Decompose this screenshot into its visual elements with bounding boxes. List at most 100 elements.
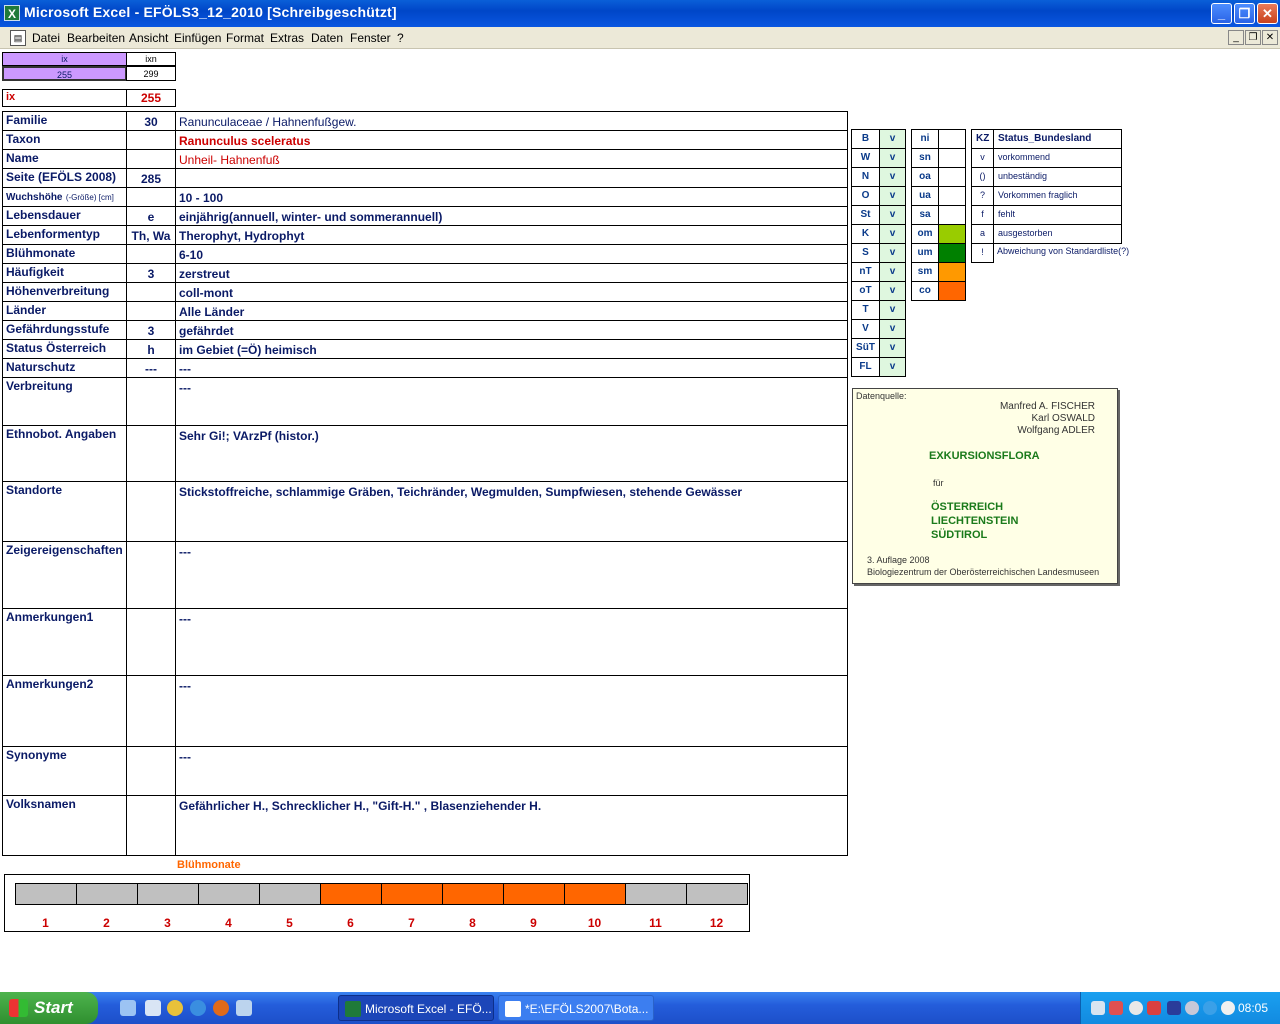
minimize-button[interactable]: _ <box>1211 3 1232 24</box>
row-code-3[interactable]: 285 <box>126 168 176 188</box>
row-value-13[interactable]: --- <box>175 358 848 378</box>
bundesland-status-12[interactable]: v <box>879 357 906 377</box>
outlook-icon[interactable] <box>236 1000 252 1016</box>
workbook-icon[interactable]: ▤ <box>10 30 26 46</box>
row-value-1[interactable]: Ranunculus sceleratus <box>175 130 848 150</box>
media-player-icon[interactable] <box>167 1000 183 1016</box>
menu-0[interactable]: Datei <box>32 31 60 45</box>
menu-6[interactable]: Daten <box>311 31 343 45</box>
avira-icon[interactable] <box>1221 1001 1235 1015</box>
row-value-19[interactable]: --- <box>175 675 848 747</box>
row-value-6[interactable]: Therophyt, Hydrophyt <box>175 225 848 245</box>
row-code-18[interactable] <box>126 608 176 676</box>
row-code-14[interactable] <box>126 377 176 426</box>
row-code-11[interactable]: 3 <box>126 320 176 340</box>
row-code-21[interactable] <box>126 795 176 856</box>
row-value-10[interactable]: Alle Länder <box>175 301 848 321</box>
info-icon[interactable] <box>1203 1001 1217 1015</box>
desktop-icon[interactable] <box>120 1000 136 1016</box>
row-code-13[interactable]: --- <box>126 358 176 378</box>
row-value-16[interactable]: Stickstoffreiche, schlammige Gräben, Tei… <box>175 481 848 542</box>
row-value-12[interactable]: im Gebiet (=Ö) heimisch <box>175 339 848 359</box>
row-code-8[interactable]: 3 <box>126 263 176 283</box>
doc-minimize-button[interactable]: _ <box>1228 30 1244 45</box>
row-code-20[interactable] <box>126 746 176 796</box>
row-code-7[interactable] <box>126 244 176 264</box>
row-value-8[interactable]: zerstreut <box>175 263 848 283</box>
row-value-20[interactable]: --- <box>175 746 848 796</box>
doc-restore-button[interactable]: ❐ <box>1245 30 1261 45</box>
shield-icon[interactable] <box>1167 1001 1181 1015</box>
row-code-9[interactable] <box>126 282 176 302</box>
ix-value[interactable]: 255 <box>126 89 176 107</box>
bundesland-status-6[interactable]: v <box>879 243 906 263</box>
row-code-16[interactable] <box>126 481 176 542</box>
row-value-14[interactable]: --- <box>175 377 848 426</box>
altitude-swatch-0[interactable] <box>938 129 966 149</box>
row-value-9[interactable]: coll-mont <box>175 282 848 302</box>
row-value-3[interactable] <box>175 168 848 188</box>
index-value-cell[interactable]: 255 <box>2 66 127 81</box>
internet-explorer-icon[interactable] <box>190 1000 206 1016</box>
antivirus-icon[interactable] <box>1109 1001 1123 1015</box>
menu-2[interactable]: Ansicht <box>129 31 168 45</box>
firefox-icon[interactable] <box>213 1000 229 1016</box>
excel-app-icon[interactable]: X <box>4 5 20 21</box>
bundesland-status-0[interactable]: v <box>879 129 906 149</box>
row-code-6[interactable]: Th, Wa <box>126 225 176 245</box>
bundesland-status-7[interactable]: v <box>879 262 906 282</box>
menu-5[interactable]: Extras <box>270 31 304 45</box>
task-excel[interactable]: Microsoft Excel - EFÖ... <box>338 995 494 1021</box>
row-code-10[interactable] <box>126 301 176 321</box>
bundesland-status-8[interactable]: v <box>879 281 906 301</box>
bundesland-status-4[interactable]: v <box>879 205 906 225</box>
row-code-12[interactable]: h <box>126 339 176 359</box>
altitude-swatch-2[interactable] <box>938 167 966 187</box>
speaker-icon[interactable] <box>1185 1001 1199 1015</box>
row-code-4[interactable] <box>126 187 176 207</box>
bundesland-status-3[interactable]: v <box>879 186 906 206</box>
restore-button[interactable]: ❐ <box>1234 3 1255 24</box>
row-value-7[interactable]: 6-10 <box>175 244 848 264</box>
row-value-5[interactable]: einjährig(annuell, winter- und sommerann… <box>175 206 848 226</box>
bundesland-status-10[interactable]: v <box>879 319 906 339</box>
menu-4[interactable]: Format <box>226 31 264 45</box>
bundesland-status-1[interactable]: v <box>879 148 906 168</box>
menu-8[interactable]: ? <box>397 31 404 45</box>
network-icon[interactable] <box>1091 1001 1105 1015</box>
row-code-0[interactable]: 30 <box>126 111 176 131</box>
index-count-cell[interactable]: 299 <box>126 66 176 81</box>
row-code-5[interactable]: e <box>126 206 176 226</box>
bundesland-status-5[interactable]: v <box>879 224 906 244</box>
explorer-icon[interactable] <box>145 1000 161 1016</box>
bundesland-status-2[interactable]: v <box>879 167 906 187</box>
row-code-2[interactable] <box>126 149 176 169</box>
row-value-2[interactable]: Unheil- Hahnenfuß <box>175 149 848 169</box>
row-value-18[interactable]: --- <box>175 608 848 676</box>
bundesland-status-11[interactable]: v <box>879 338 906 358</box>
altitude-swatch-1[interactable] <box>938 148 966 168</box>
row-value-0[interactable]: Ranunculaceae / Hahnenfußgew. <box>175 111 848 131</box>
security-alert-icon[interactable] <box>1147 1001 1161 1015</box>
row-code-15[interactable] <box>126 425 176 482</box>
altitude-swatch-4[interactable] <box>938 205 966 225</box>
row-code-19[interactable] <box>126 675 176 747</box>
row-value-11[interactable]: gefährdet <box>175 320 848 340</box>
row-value-21[interactable]: Gefährlicher H., Schrecklicher H., "Gift… <box>175 795 848 856</box>
altitude-swatch-5[interactable] <box>938 224 966 244</box>
menu-7[interactable]: Fenster <box>350 31 391 45</box>
bundesland-status-9[interactable]: v <box>879 300 906 320</box>
altitude-swatch-6[interactable] <box>938 243 966 263</box>
doc-close-button[interactable]: ✕ <box>1262 30 1278 45</box>
altitude-swatch-3[interactable] <box>938 186 966 206</box>
row-code-17[interactable] <box>126 541 176 609</box>
menu-3[interactable]: Einfügen <box>174 31 221 45</box>
row-value-17[interactable]: --- <box>175 541 848 609</box>
row-value-15[interactable]: Sehr Gi!; VArzPf (histor.) <box>175 425 848 482</box>
menu-1[interactable]: Bearbeiten <box>67 31 125 45</box>
altitude-swatch-8[interactable] <box>938 281 966 301</box>
start-button[interactable]: Start <box>0 992 98 1024</box>
close-button[interactable]: ✕ <box>1257 3 1278 24</box>
row-value-4[interactable]: 10 - 100 <box>175 187 848 207</box>
row-code-1[interactable] <box>126 130 176 150</box>
